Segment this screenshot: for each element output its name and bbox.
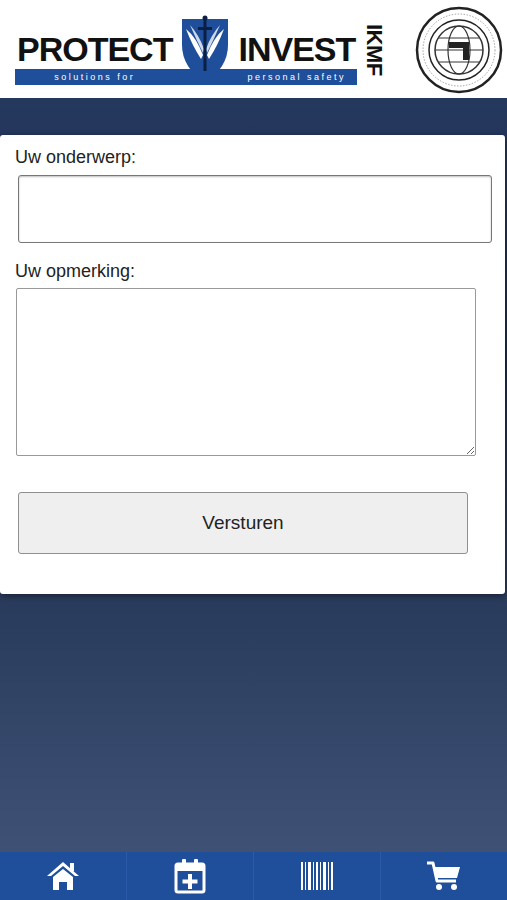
barcode-icon[interactable] (298, 857, 336, 895)
background-photo: Uw onderwerp: Uw opmerking: Versturen (0, 98, 507, 852)
seal-icon (415, 6, 503, 94)
submit-button[interactable]: Versturen (18, 492, 468, 554)
calendar-icon[interactable] (171, 857, 209, 895)
comment-textarea[interactable] (16, 288, 476, 456)
brand-left-word: PROTECT (15, 22, 174, 69)
cart-icon[interactable] (425, 857, 463, 895)
side-label: IKMF (363, 24, 385, 76)
home-icon[interactable] (44, 857, 82, 895)
nav-item[interactable] (253, 852, 380, 900)
field-label: Uw onderwerp: (15, 147, 491, 169)
app-header: PROTECT INVEST solutions for personal safet… (0, 0, 507, 98)
nav-item[interactable] (380, 852, 507, 900)
nav-item[interactable] (126, 852, 253, 900)
app-page: PROTECT INVEST solutions for personal safet… (0, 0, 507, 900)
brand-right-word: INVEST (236, 22, 357, 69)
tagline-right: personal safety (236, 69, 357, 85)
seal-logo (415, 6, 503, 94)
shield-icon (174, 15, 236, 85)
feedback-form: Uw onderwerp: Uw opmerking: Versturen (0, 135, 505, 594)
nav-item[interactable] (0, 852, 126, 900)
tagline-left: solutions for (15, 69, 174, 85)
bottom-nav (0, 852, 507, 900)
subject-input[interactable] (18, 175, 492, 243)
brand-logo: PROTECT INVEST solutions for personal safet… (15, 15, 357, 85)
shield-icon-wrap (174, 15, 236, 85)
field-label: Uw opmerking: (15, 261, 491, 283)
